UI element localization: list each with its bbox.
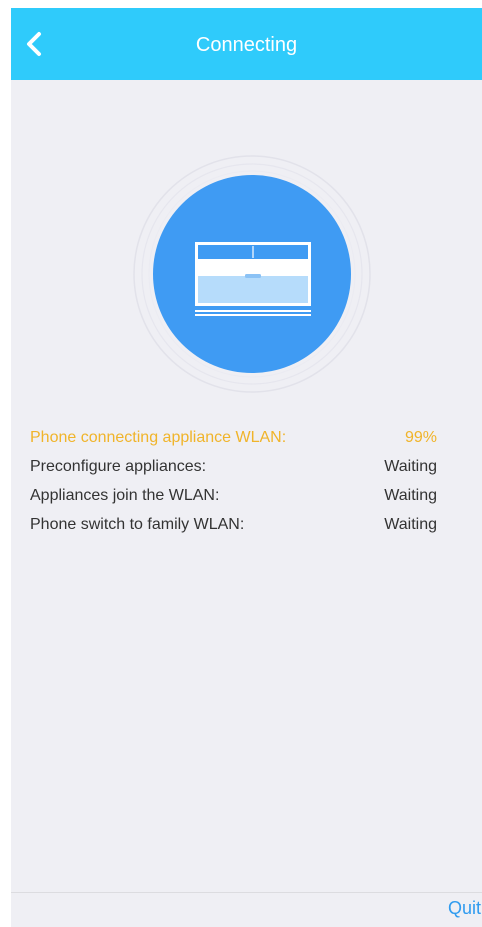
step-row: Phone connecting appliance WLAN: 99% [30,423,437,452]
step-label: Preconfigure appliances: [30,457,207,475]
device-illustration [132,154,372,394]
page-title: Connecting [195,34,298,56]
footer-divider [11,892,482,893]
step-label: Phone switch to family WLAN: [30,515,245,533]
step-status: 99% [404,428,437,446]
step-row: Phone switch to family WLAN: Waiting [30,510,437,539]
step-label: Appliances join the WLAN: [30,486,220,504]
step-status: Waiting [384,457,437,475]
quit-button[interactable]: Quit [448,896,481,920]
step-status: Waiting [384,486,437,504]
header-bar: Connecting [11,8,482,80]
connection-steps: Phone connecting appliance WLAN: 99% Pre… [30,423,437,539]
air-conditioner-icon [195,242,311,316]
app-screen: Connecting Phone connecting appliance WL… [11,8,482,927]
step-row: Appliances join the WLAN: Waiting [30,481,437,510]
step-status: Waiting [384,515,437,533]
step-label: Phone connecting appliance WLAN: [30,428,287,446]
step-row: Preconfigure appliances: Waiting [30,452,437,481]
